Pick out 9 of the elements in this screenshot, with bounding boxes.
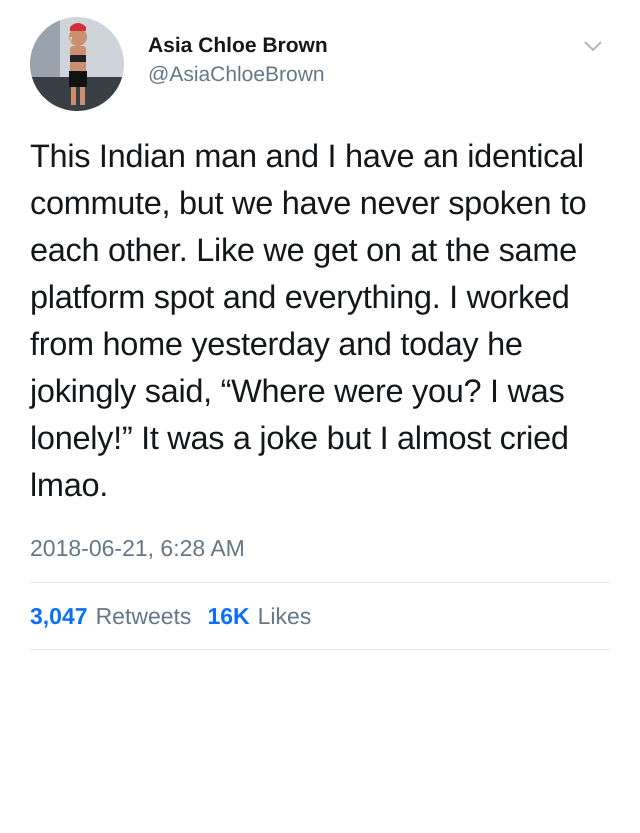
tweet-text: This Indian man and I have an identical commute, but we have never spoken to each other. Like we get on at the same platform spot and everything. I worked from home yesterday and today he jokingly said, “Where were you? I was lonely!” It was a joke but I almost cried lmao. [30,137,588,505]
stat-label[interactable]: Retweets [96,598,192,633]
timestamp[interactable]: 2018-06-21, 6:28 AM [30,531,245,566]
stat-count[interactable]: 16K [207,598,250,633]
stat-count[interactable]: 3,047 [30,598,88,633]
author-name[interactable]: Asia Chloe Brown [148,33,584,58]
stat-label[interactable]: Likes [258,598,312,633]
author-handle[interactable]: @AsiaChloeBrown [148,62,584,88]
chevron-down-icon[interactable] [584,41,602,52]
